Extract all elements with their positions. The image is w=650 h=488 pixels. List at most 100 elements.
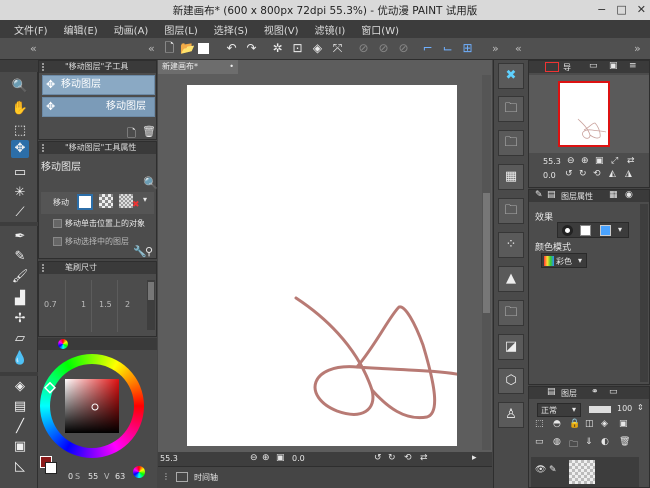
flip-vertical-icon[interactable]: ◮ xyxy=(625,169,632,179)
color-mode-icon[interactable] xyxy=(133,466,145,478)
frame-folder-icon[interactable]: ◪ xyxy=(498,334,524,360)
info-tab-icon[interactable]: ◉ xyxy=(625,190,633,200)
maximize-button[interactable]: □ xyxy=(616,3,626,16)
menu-view[interactable]: 视图(V) xyxy=(264,22,299,37)
rotate-right-icon[interactable]: ↻ xyxy=(388,453,396,463)
draft-icon[interactable]: ▣ xyxy=(619,419,628,429)
delete-layer-icon[interactable]: 🗑 xyxy=(619,437,630,447)
reference-icon[interactable]: ◈ xyxy=(601,419,608,429)
decoration-tool-icon[interactable]: ✢ xyxy=(11,310,29,328)
menu-edit[interactable]: 编辑(E) xyxy=(64,22,98,37)
color-wheel[interactable] xyxy=(38,352,157,474)
undo-icon[interactable]: ↶ xyxy=(224,41,239,56)
tool-property-tab-icon[interactable]: ✎ xyxy=(535,190,543,200)
alpha-lock-icon[interactable]: ◫ xyxy=(585,419,594,429)
folder-icon[interactable]: 🗀 xyxy=(498,300,524,326)
tab-close-icon[interactable]: • xyxy=(229,60,234,74)
zoom-in-icon[interactable]: ⊕ xyxy=(262,453,270,463)
brush-tool-icon[interactable]: 🖌 xyxy=(11,268,29,286)
arrow-right-icon[interactable]: ▸ xyxy=(472,453,477,463)
move-target-frame-icon[interactable] xyxy=(119,194,133,208)
brush-size-option[interactable]: 0.7 xyxy=(44,300,57,309)
checkbox[interactable] xyxy=(53,237,62,246)
collapse-left-icon[interactable]: « xyxy=(148,42,155,55)
gradient-tool-icon[interactable]: ▤ xyxy=(11,398,29,416)
zoom-out-icon[interactable]: ⊖ xyxy=(567,156,575,166)
zoom-out-icon[interactable]: ⊖ xyxy=(250,453,258,463)
merge-icon[interactable]: ⇓ xyxy=(585,437,593,447)
dropdown-icon[interactable]: ▾ xyxy=(143,195,147,204)
eyedropper-tool-icon[interactable]: ⟋ xyxy=(11,204,29,222)
flip-icon[interactable]: ⇄ xyxy=(420,453,428,463)
folder-icon[interactable]: 🗀 xyxy=(498,96,524,122)
subtool-item[interactable]: ✥ 移动图层 xyxy=(42,75,155,95)
3d-folder-icon[interactable]: ⬡ xyxy=(498,368,524,394)
clear-outside-icon[interactable]: ⊡ xyxy=(290,41,305,56)
scrollbar[interactable] xyxy=(147,280,155,330)
color-wheel-tab-icon[interactable] xyxy=(58,339,68,349)
hand-tool-icon[interactable]: ✋ xyxy=(11,100,29,118)
opacity-slider[interactable] xyxy=(589,406,611,413)
layer-tab[interactable]: 图层 xyxy=(561,388,577,399)
canvas-scrollbar[interactable] xyxy=(482,75,491,450)
clip-icon[interactable]: ◓ xyxy=(553,419,561,429)
flip-icon[interactable]: ⇄ xyxy=(627,156,635,166)
menu-select[interactable]: 选择(S) xyxy=(214,22,248,37)
timeline-label[interactable]: 时间轴 xyxy=(194,472,218,483)
pencil-tool-icon[interactable]: ✎ xyxy=(11,248,29,266)
lock-icon[interactable]: 🔒 xyxy=(569,419,580,429)
collapse-right-icon[interactable]: » xyxy=(492,42,499,55)
color-mode-select[interactable]: 彩色 ▾ xyxy=(541,253,587,268)
fill-icon[interactable]: ◈ xyxy=(310,41,325,56)
pen-tool-icon[interactable]: ✒ xyxy=(11,228,29,246)
rotate-left-icon[interactable]: ↺ xyxy=(565,169,573,179)
rotate-left-icon[interactable]: ↺ xyxy=(374,453,382,463)
fit-icon[interactable]: ▣ xyxy=(595,156,604,166)
fit-window-icon[interactable]: ⤢ xyxy=(611,156,618,166)
move-target-tone-icon[interactable] xyxy=(99,194,113,208)
layer-tool-icon[interactable]: ⬚ xyxy=(535,419,544,429)
menu-layer[interactable]: 图层(L) xyxy=(164,22,197,37)
transform-icon[interactable]: ⤧ xyxy=(330,41,345,56)
new-file-icon[interactable]: 🗋 xyxy=(162,41,177,56)
clear-icon[interactable]: ✲ xyxy=(270,41,285,56)
snap-special-ruler-icon[interactable]: ⌙ xyxy=(440,41,455,56)
ruler-tool-icon[interactable]: ◺ xyxy=(11,458,29,476)
delete-subtool-icon[interactable]: 🗑 xyxy=(142,125,156,138)
brush-folder-icon[interactable]: ⁘ xyxy=(498,232,524,258)
move-layer-tool-icon[interactable]: ✥ xyxy=(11,140,29,158)
snap-ruler-icon[interactable]: ⌐ xyxy=(420,41,435,56)
image-folder-icon[interactable]: ▲ xyxy=(498,266,524,292)
open-file-icon[interactable]: 📂 xyxy=(180,41,195,56)
tone-effect-icon[interactable] xyxy=(580,225,591,236)
snap-grid-icon[interactable]: ⊞ xyxy=(460,41,475,56)
border-effect-icon[interactable] xyxy=(562,225,573,236)
layer-color-icon[interactable] xyxy=(600,225,611,236)
material-icon[interactable]: ✖ xyxy=(498,63,524,89)
collapse-left-icon[interactable]: « xyxy=(30,42,37,55)
navigator-tab[interactable]: 导 xyxy=(563,62,571,73)
blend-mode-select[interactable]: 正常 ▾ xyxy=(537,403,581,417)
folder-icon[interactable]: 🗀 xyxy=(498,198,524,224)
operation-tool-icon[interactable]: ⬚ xyxy=(11,122,29,140)
collapse-right-icon[interactable]: » xyxy=(634,42,641,55)
new-raster-icon[interactable]: ▭ xyxy=(535,437,544,447)
close-button[interactable]: ✕ xyxy=(637,3,646,16)
save-icon[interactable] xyxy=(198,43,209,54)
menu-file[interactable]: 文件(F) xyxy=(14,22,48,37)
zoom-icon[interactable]: 🔍 xyxy=(143,176,158,190)
rotate-right-icon[interactable]: ↻ xyxy=(579,169,587,179)
new-folder-icon[interactable]: 🗀 xyxy=(569,437,578,453)
dropdown-icon[interactable]: ▾ xyxy=(618,225,622,234)
menu-animation[interactable]: 动画(A) xyxy=(114,22,149,37)
layer-row[interactable]: 👁 ✎ xyxy=(531,457,639,487)
layer-property-tab-icon[interactable]: ▤ xyxy=(547,190,556,200)
auto-select-tool-icon[interactable]: ✳ xyxy=(11,184,29,202)
zoom-in-icon[interactable]: ⊕ xyxy=(581,156,589,166)
paper[interactable] xyxy=(187,85,464,446)
brush-size-option[interactable]: 2 xyxy=(125,300,130,309)
mask-icon[interactable]: ◐ xyxy=(601,437,609,447)
eraser-tool-icon[interactable]: ▱ xyxy=(11,330,29,348)
visibility-icon[interactable]: 👁 xyxy=(535,465,546,475)
zoom-tool-icon[interactable]: 🔍 xyxy=(11,78,29,96)
